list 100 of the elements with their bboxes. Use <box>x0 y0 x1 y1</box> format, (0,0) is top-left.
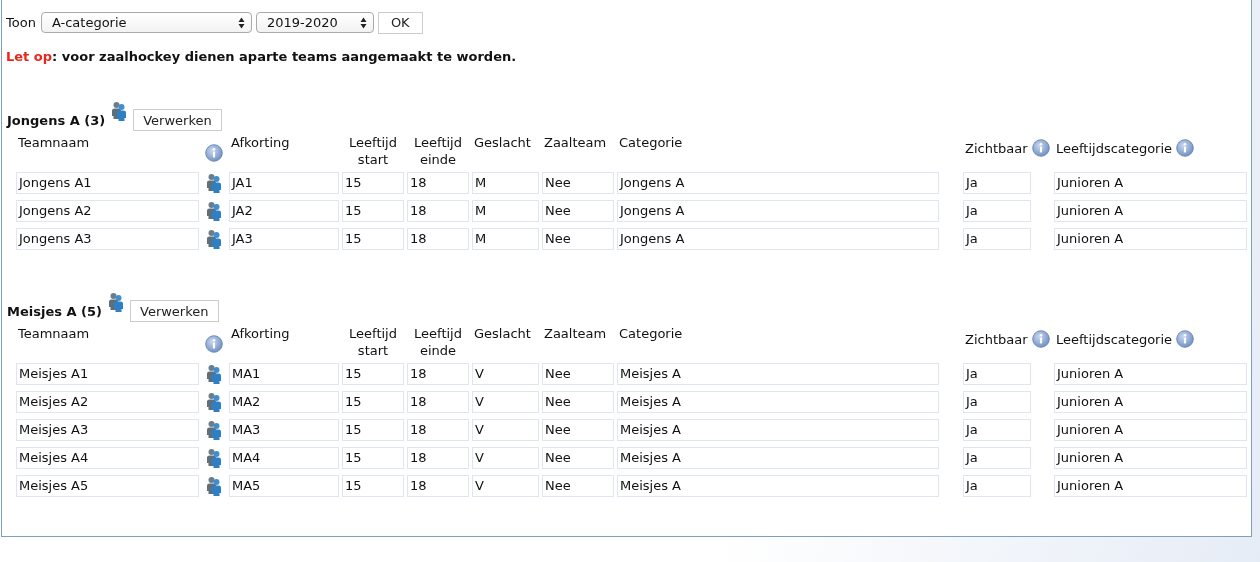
input-field[interactable]: Meisjes A <box>617 475 939 497</box>
process-button[interactable]: Verwerken <box>133 109 222 131</box>
warning-label: Let op <box>6 49 53 64</box>
input-field[interactable]: Ja <box>963 200 1031 222</box>
input-field[interactable]: Meisjes A <box>617 363 939 385</box>
people-icon <box>206 476 222 496</box>
input-field[interactable]: Junioren A <box>1054 200 1247 222</box>
input-field[interactable]: Ja <box>963 228 1031 250</box>
input-field[interactable]: Jongens A <box>617 228 939 250</box>
input-field[interactable]: Junioren A <box>1054 172 1247 194</box>
input-field[interactable]: Nee <box>542 391 614 413</box>
input-field[interactable]: Jongens A <box>617 172 939 194</box>
input-field[interactable]: MA3 <box>229 419 339 441</box>
input-field[interactable]: Ja <box>963 475 1031 497</box>
input-field[interactable]: MA2 <box>229 391 339 413</box>
input-field[interactable]: Ja <box>963 419 1031 441</box>
column-header: Leeftijdscategorie <box>1055 139 1173 157</box>
input-field[interactable]: 18 <box>407 447 469 469</box>
process-button[interactable]: Verwerken <box>130 300 219 322</box>
input-field[interactable]: V <box>472 447 539 469</box>
input-field[interactable]: Meisjes A4 <box>16 447 199 469</box>
input-field[interactable]: 18 <box>407 363 469 385</box>
input-field[interactable]: 18 <box>407 172 469 194</box>
people-icon <box>206 420 222 440</box>
input-field[interactable]: Junioren A <box>1054 363 1247 385</box>
input-field[interactable]: 15 <box>342 391 404 413</box>
input-field[interactable]: Ja <box>963 172 1031 194</box>
input-field[interactable]: Nee <box>542 228 614 250</box>
show-label: Toon <box>6 15 36 30</box>
input-field[interactable]: Nee <box>542 200 614 222</box>
input-field[interactable]: Meisjes A1 <box>16 363 199 385</box>
column-header: Categorie <box>618 325 683 342</box>
input-field[interactable]: Junioren A <box>1054 419 1247 441</box>
input-field[interactable]: V <box>472 363 539 385</box>
column-header: Leeftijd einde <box>413 134 463 168</box>
input-field[interactable]: Meisjes A5 <box>16 475 199 497</box>
column-header: Leeftijd start <box>348 325 398 359</box>
input-field[interactable]: M <box>472 228 539 250</box>
input-field[interactable]: V <box>472 475 539 497</box>
updown-arrows-icon <box>237 16 245 29</box>
column-header: Categorie <box>618 134 683 151</box>
season-select[interactable]: 2019-2020 <box>255 12 374 33</box>
column-header: Zichtbaar <box>964 139 1028 157</box>
input-field[interactable]: Ja <box>963 363 1031 385</box>
input-field[interactable]: Junioren A <box>1054 447 1247 469</box>
ok-button[interactable]: OK <box>377 11 423 34</box>
input-field[interactable]: Junioren A <box>1054 475 1247 497</box>
input-field[interactable]: Meisjes A <box>617 419 939 441</box>
input-field[interactable]: Nee <box>542 419 614 441</box>
input-field[interactable]: MA1 <box>229 363 339 385</box>
input-field[interactable]: V <box>472 391 539 413</box>
people-icon <box>111 101 128 121</box>
input-field[interactable]: 15 <box>342 363 404 385</box>
input-field[interactable]: 18 <box>407 200 469 222</box>
input-field[interactable]: 15 <box>342 475 404 497</box>
input-field[interactable]: Nee <box>542 363 614 385</box>
input-field[interactable]: Meisjes A2 <box>16 391 199 413</box>
input-field[interactable]: JA3 <box>229 228 339 250</box>
input-field[interactable]: 15 <box>342 172 404 194</box>
warning-text: : voor zaalhockey dienen aparte teams aangemaakt te worden. <box>52 49 517 64</box>
input-field[interactable]: 18 <box>407 228 469 250</box>
column-header: Zaalteam <box>543 134 607 151</box>
column-header: Teamnaam <box>17 325 90 342</box>
input-field[interactable]: 18 <box>407 419 469 441</box>
input-field[interactable]: JA2 <box>229 200 339 222</box>
input-field[interactable]: 18 <box>407 391 469 413</box>
input-field[interactable]: Ja <box>963 391 1031 413</box>
input-field[interactable]: 15 <box>342 447 404 469</box>
input-field[interactable]: Meisjes A <box>617 391 939 413</box>
category-select[interactable]: A-categorie <box>40 12 252 33</box>
people-icon <box>206 392 222 412</box>
input-field[interactable]: Junioren A <box>1054 228 1247 250</box>
input-field[interactable]: Ja <box>963 447 1031 469</box>
updown-arrows-icon <box>359 16 367 29</box>
input-field[interactable]: 18 <box>407 475 469 497</box>
input-field[interactable]: Jongens A <box>617 200 939 222</box>
input-field[interactable]: V <box>472 419 539 441</box>
column-header: Geslacht <box>473 134 531 151</box>
input-field[interactable]: M <box>472 172 539 194</box>
input-field[interactable]: M <box>472 200 539 222</box>
input-field[interactable]: Meisjes A <box>617 447 939 469</box>
input-field[interactable]: JA1 <box>229 172 339 194</box>
people-icon <box>206 201 222 221</box>
input-field[interactable]: Nee <box>542 447 614 469</box>
input-field[interactable]: Meisjes A3 <box>16 419 199 441</box>
input-field[interactable]: MA4 <box>229 447 339 469</box>
input-field[interactable]: 15 <box>342 228 404 250</box>
input-field[interactable]: Nee <box>542 475 614 497</box>
input-field[interactable]: 15 <box>342 419 404 441</box>
input-field[interactable]: Jongens A1 <box>16 172 199 194</box>
input-field[interactable]: Junioren A <box>1054 391 1247 413</box>
input-field[interactable]: MA5 <box>229 475 339 497</box>
column-header: Zichtbaar <box>964 330 1028 348</box>
input-field[interactable]: Jongens A3 <box>16 228 199 250</box>
people-icon <box>108 292 124 312</box>
input-field[interactable]: Jongens A2 <box>16 200 199 222</box>
column-header: Teamnaam <box>17 134 90 151</box>
input-field[interactable]: 15 <box>342 200 404 222</box>
input-field[interactable]: Nee <box>542 172 614 194</box>
column-header: Afkorting <box>230 134 290 151</box>
